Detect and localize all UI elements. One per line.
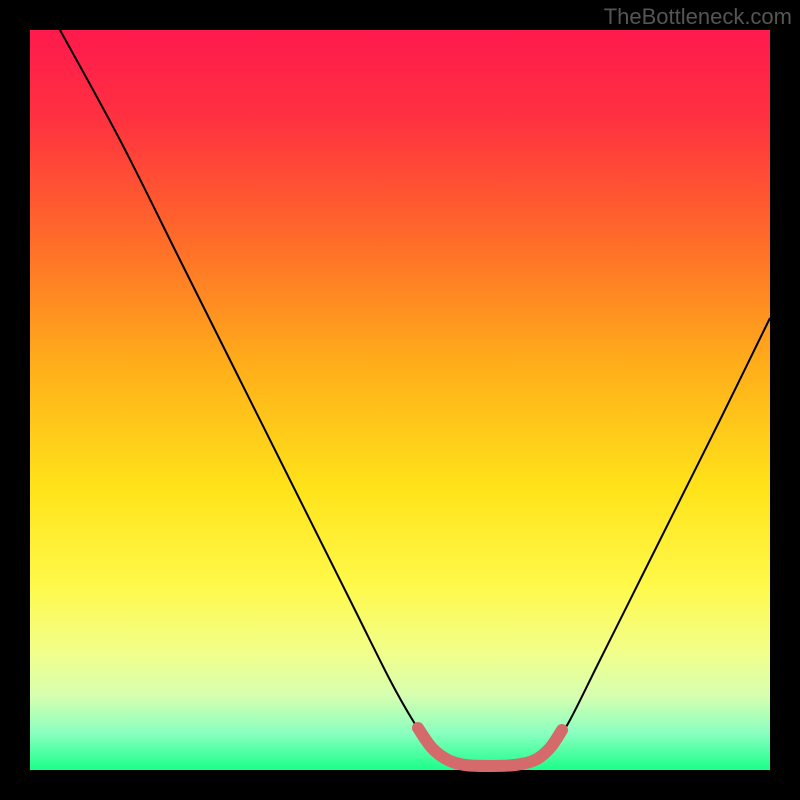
watermark-text: TheBottleneck.com <box>604 4 792 30</box>
bottleneck-chart <box>0 0 800 800</box>
plot-background <box>30 30 770 770</box>
chart-container: { "watermark": "TheBottleneck.com", "cha… <box>0 0 800 800</box>
